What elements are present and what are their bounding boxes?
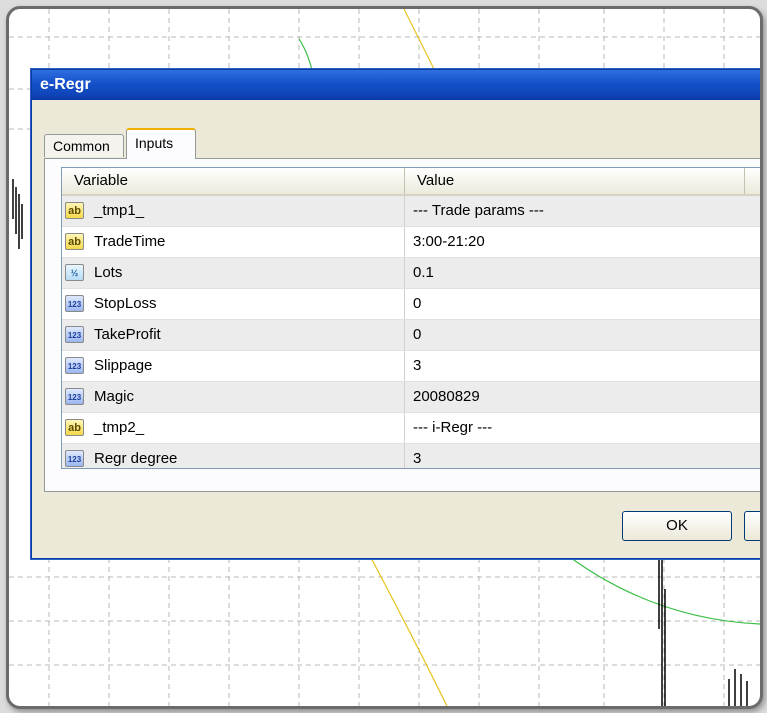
table-row[interactable]: 123 StopLoss 0 <box>62 289 760 320</box>
value-cell[interactable]: 3 <box>405 444 760 468</box>
variable-cell: 123 StopLoss <box>62 289 405 319</box>
screenshot-frame: e-Regr Common Inputs Variable Value ab _… <box>6 6 763 709</box>
variable-cell: 123 TakeProfit <box>62 320 405 350</box>
variable-name: Lots <box>94 264 123 281</box>
table-rows: ab _tmp1_ --- Trade params --- ab TradeT… <box>62 196 760 468</box>
inputs-tab-panel: Variable Value ab _tmp1_ --- Trade param… <box>44 158 760 492</box>
string-icon: ab <box>65 202 84 219</box>
string-icon: ab <box>65 419 84 436</box>
dialog-titlebar[interactable]: e-Regr <box>32 70 760 100</box>
table-row[interactable]: 123 Regr degree 3 <box>62 444 760 468</box>
tab-common[interactable]: Common <box>44 134 124 157</box>
integer-icon: 123 <box>65 295 84 312</box>
integer-icon: 123 <box>65 450 84 467</box>
integer-icon: 123 <box>65 326 84 343</box>
value-cell[interactable]: 0 <box>405 320 760 350</box>
value-cell[interactable]: --- Trade params --- <box>405 196 760 226</box>
table-row[interactable]: ½ Lots 0.1 <box>62 258 760 289</box>
variable-name: StopLoss <box>94 295 157 312</box>
table-header: Variable Value <box>62 168 760 196</box>
variable-name: _tmp1_ <box>94 202 145 219</box>
table-row[interactable]: ab TradeTime 3:00-21:20 <box>62 227 760 258</box>
variable-name: TakeProfit <box>94 326 161 343</box>
variable-name: Magic <box>94 388 135 405</box>
inputs-table: Variable Value ab _tmp1_ --- Trade param… <box>61 167 760 469</box>
value-cell[interactable]: 3 <box>405 351 760 381</box>
value-cell[interactable]: 0 <box>405 289 760 319</box>
header-variable[interactable]: Variable <box>62 168 405 194</box>
variable-cell: ab _tmp2_ <box>62 413 405 443</box>
table-row[interactable]: 123 Slippage 3 <box>62 351 760 382</box>
value-cell[interactable]: 0.1 <box>405 258 760 288</box>
header-value[interactable]: Value <box>405 168 745 194</box>
cancel-button[interactable] <box>744 511 760 541</box>
double-icon: ½ <box>65 264 84 281</box>
variable-name: Regr degree <box>94 450 178 467</box>
dialog-title: e-Regr <box>40 76 91 93</box>
value-cell[interactable]: 3:00-21:20 <box>405 227 760 257</box>
value-cell[interactable]: --- i-Regr --- <box>405 413 760 443</box>
variable-cell: 123 Regr degree <box>62 444 405 468</box>
variable-name: TradeTime <box>94 233 166 250</box>
variable-name: _tmp2_ <box>94 419 145 436</box>
ok-button[interactable]: OK <box>622 511 732 541</box>
variable-cell: ab _tmp1_ <box>62 196 405 226</box>
inputs-dialog: e-Regr Common Inputs Variable Value ab _… <box>31 69 760 559</box>
table-row[interactable]: ab _tmp2_ --- i-Regr --- <box>62 413 760 444</box>
variable-cell: 123 Slippage <box>62 351 405 381</box>
value-cell[interactable]: 20080829 <box>405 382 760 412</box>
table-row[interactable]: 123 Magic 20080829 <box>62 382 760 413</box>
string-icon: ab <box>65 233 84 250</box>
integer-icon: 123 <box>65 388 84 405</box>
table-row[interactable]: ab _tmp1_ --- Trade params --- <box>62 196 760 227</box>
variable-name: Slippage <box>94 357 153 374</box>
table-row[interactable]: 123 TakeProfit 0 <box>62 320 760 351</box>
variable-cell: ab TradeTime <box>62 227 405 257</box>
variable-cell: ½ Lots <box>62 258 405 288</box>
integer-icon: 123 <box>65 357 84 374</box>
variable-cell: 123 Magic <box>62 382 405 412</box>
tab-inputs[interactable]: Inputs <box>126 128 196 159</box>
